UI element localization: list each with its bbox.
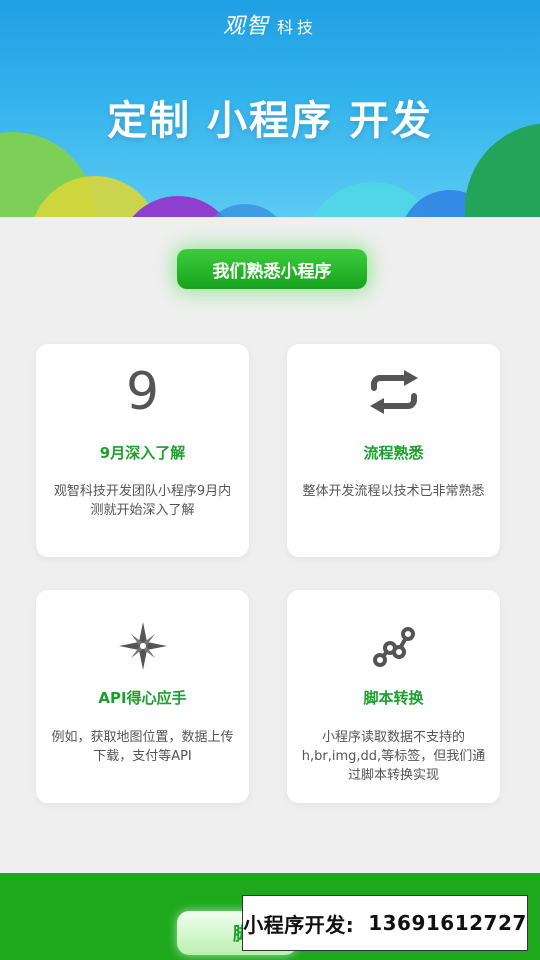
feature-card: 9 9月深入了解 观智科技开发团队小程序9月内测就开始深入了解 [36,344,249,557]
swap-arrows-icon [287,366,500,418]
nine-icon: 9 [125,362,160,422]
feature-title: 9月深入了解 [99,444,186,462]
feature-title: 脚本转换 [363,689,424,707]
contact-label: 小程序开发: [243,912,355,937]
compass-star-icon [36,620,249,672]
logo-text: 科技 [277,18,318,37]
hero-title: 定制 小程序 开发 [107,98,433,144]
feature-title: 流程熟悉 [363,444,424,462]
nodes-graph-icon [287,620,500,672]
feature-card: 流程熟悉 整体开发流程以技术已非常熟悉 [287,344,500,557]
contact-phone-box[interactable]: 小程序开发: 13691612727 [242,895,528,951]
section-pill-heading: 我们熟悉小程序 [177,249,367,289]
feature-desc: 整体开发流程以技术已非常熟悉 [302,484,485,499]
feature-desc: 小程序读取数据不支持的h,br,img,dd,等标签，但我们通过脚本转换实现 [301,730,486,783]
feature-desc: 观智科技开发团队小程序9月内测就开始深入了解 [53,484,232,518]
feature-card: API得心应手 例如，获取地图位置，数据上传下载，支付等API [36,590,249,803]
brand-logo: 观智 科技 [0,8,540,40]
header-banner: 观智 科技 定制 小程序 开发 [0,0,540,217]
contact-phone[interactable]: 13691612727 [368,911,527,935]
feature-card: 脚本转换 小程序读取数据不支持的h,br,img,dd,等标签，但我们通过脚本转… [287,590,500,803]
logo-mark: 观智 [222,14,269,39]
feature-title: API得心应手 [98,689,187,707]
feature-desc: 例如，获取地图位置，数据上传下载，支付等API [51,730,234,764]
